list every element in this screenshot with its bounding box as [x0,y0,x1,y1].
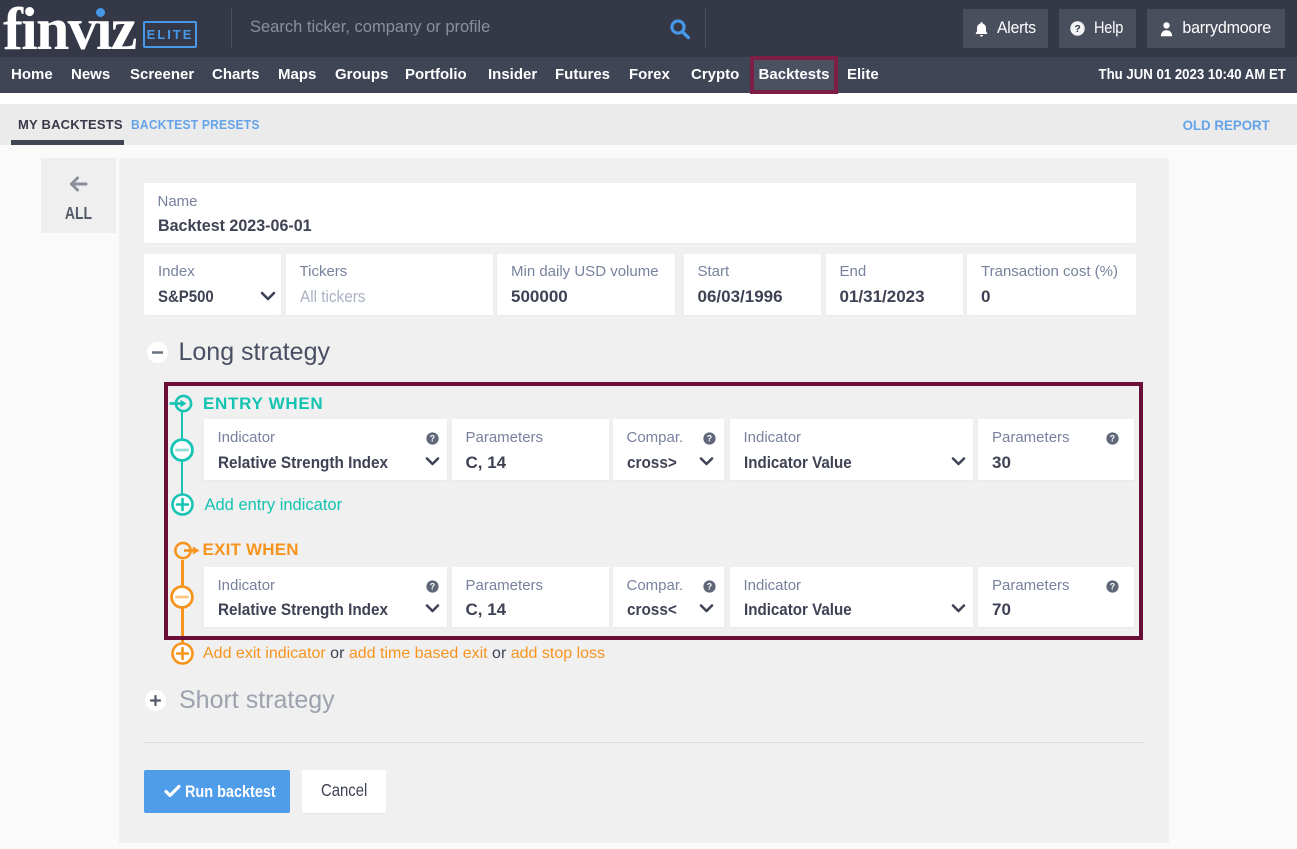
svg-text:?: ? [1074,23,1080,35]
